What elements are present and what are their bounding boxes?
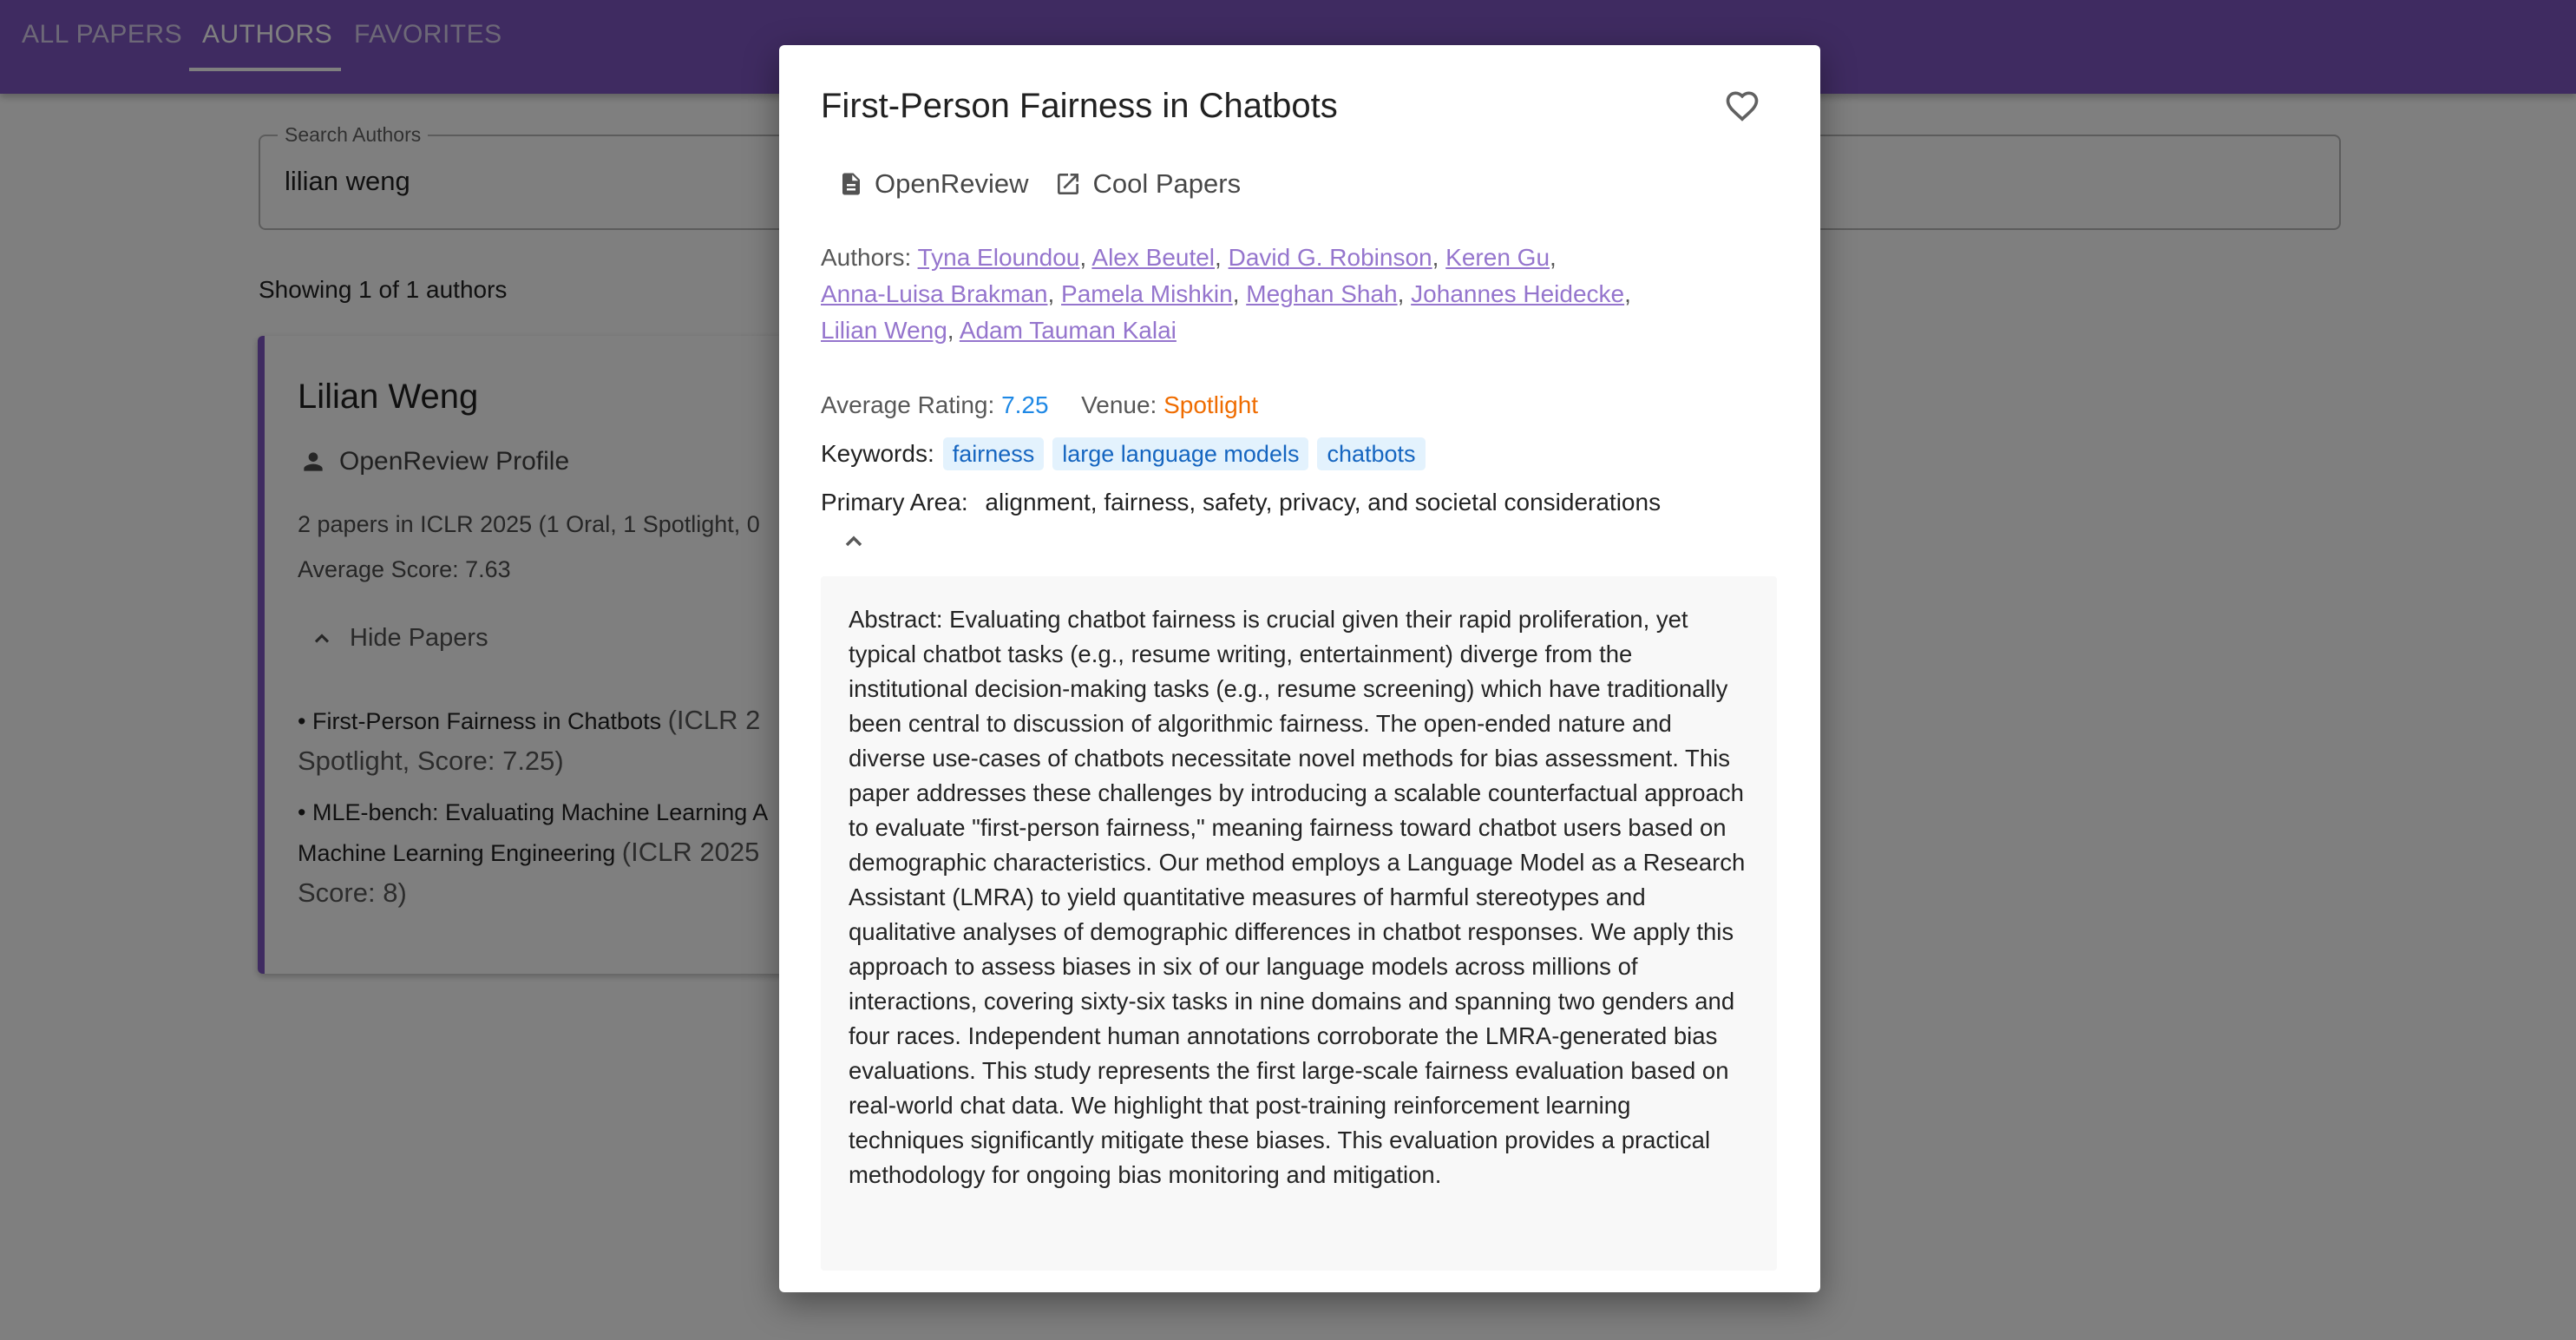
primary-area-value: alignment, fairness, safety, privacy, an… [985,489,1662,516]
rating-label: Average Rating: [821,391,995,418]
author-link[interactable]: Johannes Heidecke [1411,280,1624,307]
authors-line: Authors: Tyna Eloundou, Alex Beutel, Dav… [821,244,1631,344]
keywords-line: Keywords: fairness large language models ch… [821,436,1784,472]
venue-label: Venue: [1081,391,1157,418]
author-link[interactable]: Tyna Eloundou [918,244,1080,271]
paper-detail-dialog: First-Person Fairness in Chatbots OpenRe… [779,45,1820,1292]
rating-venue-line: Average Rating: 7.25 Venue: Spotlight [821,387,1784,424]
author-link[interactable]: Adam Tauman Kalai [960,317,1177,344]
author-link[interactable]: Anna-Luisa Brakman [821,280,1047,307]
keyword-chip: chatbots [1317,437,1426,470]
rating-value: 7.25 [1001,391,1049,418]
primary-area-line: Primary Area: alignment, fairness, safet… [821,484,1784,521]
document-icon [842,173,860,195]
primary-area-label: Primary Area: [821,489,968,516]
dialog-title: First-Person Fairness in Chatbots [821,87,1338,125]
author-link[interactable]: Keren Gu [1445,244,1550,271]
keyword-chip: large language models [1052,437,1309,470]
collapse-abstract-icon[interactable] [840,528,868,555]
authors-label: Authors: [821,244,912,271]
cool-papers-button[interactable]: Cool Papers [1054,168,1241,200]
openreview-label: OpenReview [875,168,1029,199]
favorite-heart-icon[interactable] [1723,87,1761,125]
keyword-chip: fairness [942,437,1045,470]
author-link[interactable]: Pamela Mishkin [1061,280,1233,307]
abstract-text: Abstract: Evaluating chatbot fairness is… [821,576,1777,1271]
cool-papers-label: Cool Papers [1092,168,1242,199]
author-link[interactable]: Meghan Shah [1246,280,1397,307]
author-link[interactable]: David G. Robinson [1229,244,1432,271]
venue-value: Spotlight [1163,391,1259,418]
author-link[interactable]: Lilian Weng [821,317,947,344]
openreview-button[interactable]: OpenReview [838,168,1028,200]
author-link[interactable]: Alex Beutel [1091,244,1215,271]
keywords-label: Keywords: [821,440,934,467]
paper-links: OpenReview Cool Papers [838,168,1267,200]
open-in-new-icon [1058,174,1079,194]
